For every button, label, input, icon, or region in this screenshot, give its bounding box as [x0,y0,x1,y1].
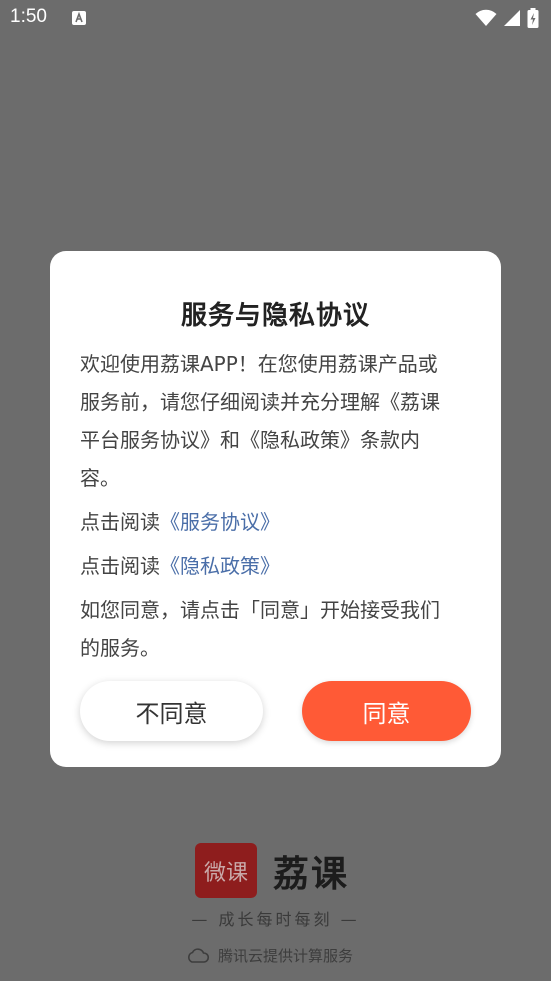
text-badge-icon [72,11,86,25]
consent-line: 如您同意，请点击「同意」开始接受我们 [80,598,440,622]
service-agreement-row: 点击阅读《服务协议》 [80,503,472,541]
dialog-title: 服务与隐私协议 [180,301,370,331]
privacy-policy-row: 点击阅读《隐私政策》 [80,547,472,585]
service-agreement-link[interactable]: 《服务协议》 [160,510,280,534]
intro-paragraph: 欢迎使用荔课APP！在您使用荔课产品或 服务前，请您仔细阅读并充分理解《荔课 平… [80,345,472,497]
decline-button[interactable]: 不同意 [80,681,263,741]
intro-line: 平台服务协议》和《隐私政策》条款内 [80,428,420,452]
brand-slogan: — 成长每时每刻 — [191,910,360,929]
provider-text: 腾讯云提供计算服务 [218,947,354,965]
battery-charging-icon [527,8,539,28]
status-icons [475,8,539,28]
dialog-body: 欢迎使用荔课APP！在您使用荔课产品或 服务前，请您仔细阅读并充分理解《荔课 平… [80,345,472,667]
brand-logo: 微课 荔课 [195,843,349,898]
consent-line: 的服务。 [80,636,160,660]
consent-paragraph: 如您同意，请点击「同意」开始接受我们 的服务。 [80,591,472,667]
agree-button[interactable]: 同意 [302,681,471,741]
privacy-agreement-dialog: 服务与隐私协议 欢迎使用荔课APP！在您使用荔课产品或 服务前，请您仔细阅读并充… [50,251,501,767]
signal-icon [504,10,520,26]
intro-line: 服务前，请您仔细阅读并充分理解《荔课 [80,390,440,414]
intro-line: 容。 [80,466,120,490]
intro-line: 欢迎使用荔课APP！在您使用荔课产品或 [80,352,438,376]
privacy-policy-link[interactable]: 《隐私政策》 [160,554,280,578]
read-prefix: 点击阅读 [80,554,160,578]
brand-name: 荔课 [273,853,350,895]
app-logo-icon: 微课 [195,843,257,898]
wifi-icon [475,9,497,26]
status-bar: 1:50 [0,0,551,38]
read-prefix: 点击阅读 [80,510,160,534]
status-time: 1:50 [10,6,47,27]
cloud-icon [188,947,210,963]
cloud-provider-credit: 腾讯云提供计算服务 [186,945,353,966]
